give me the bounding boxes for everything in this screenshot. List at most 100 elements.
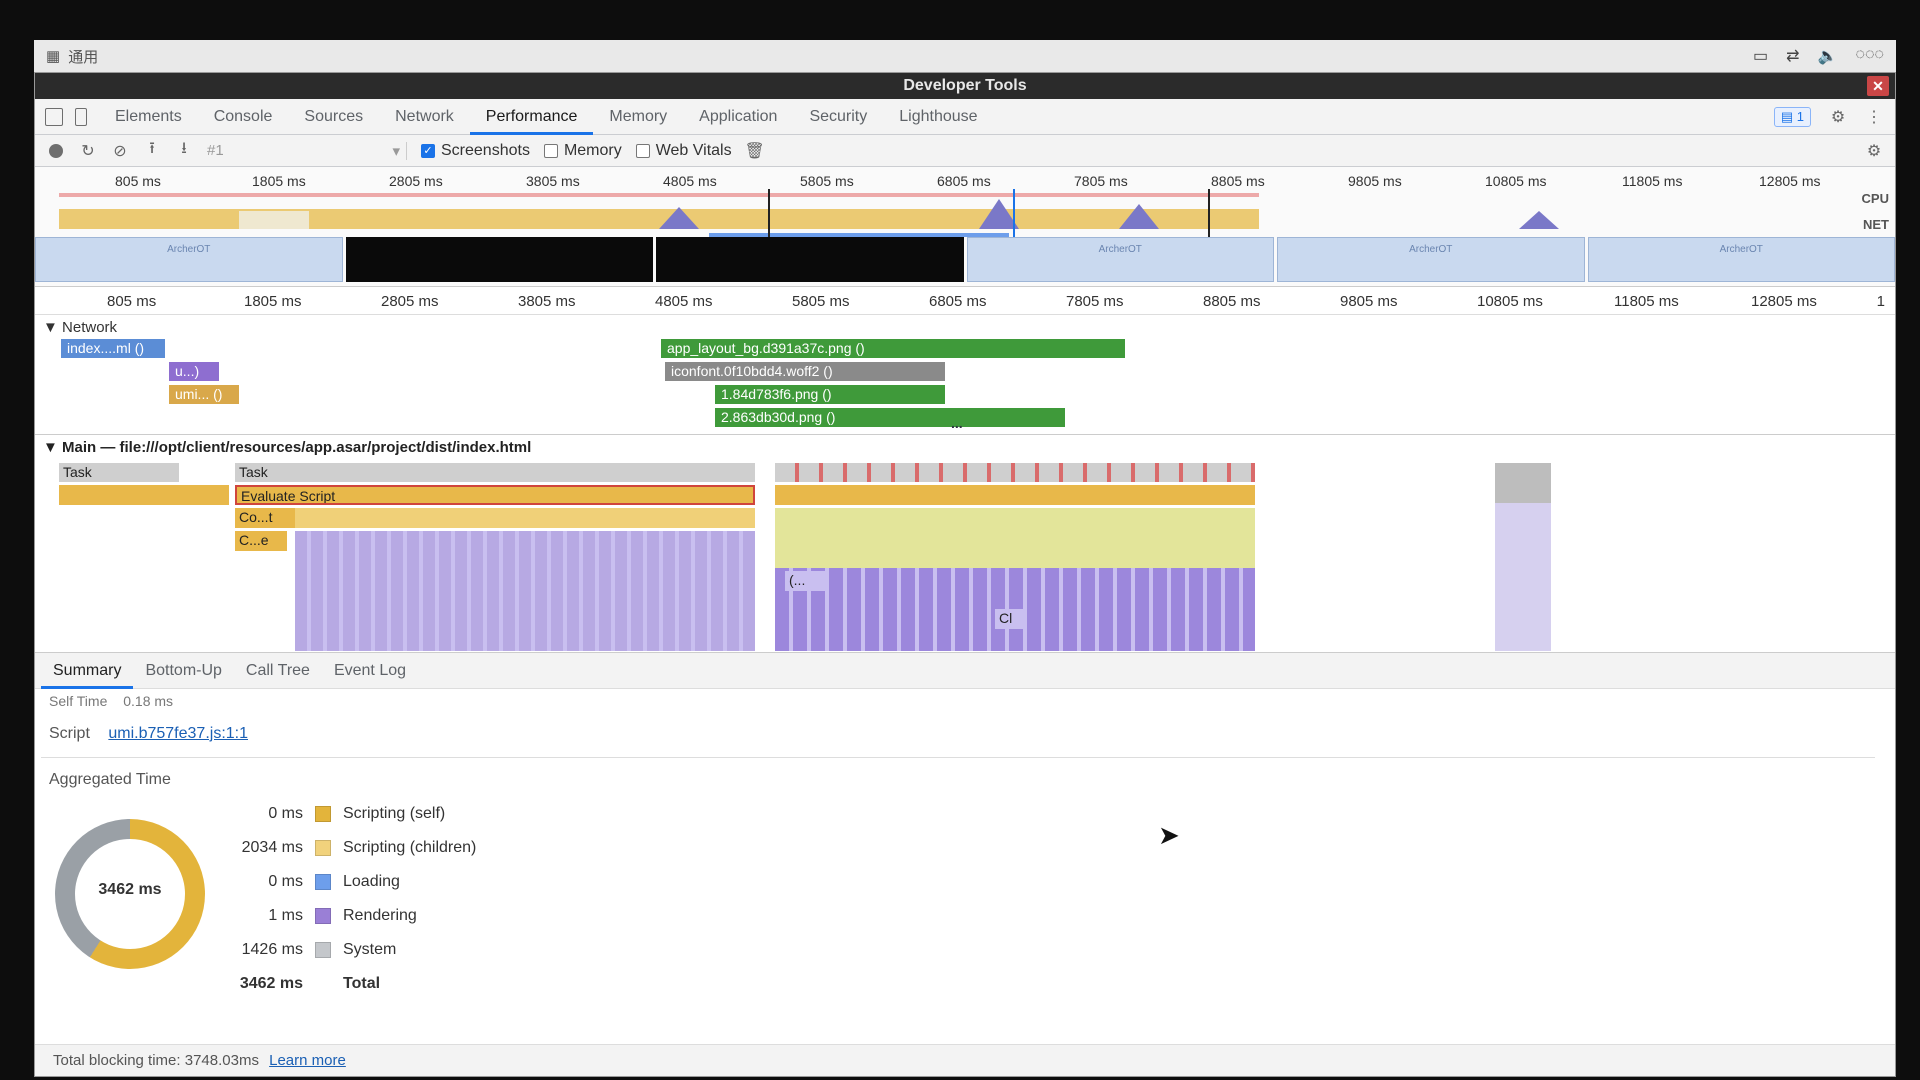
rendering-blocks[interactable] <box>295 531 755 651</box>
legend-value: 1 ms <box>268 907 303 924</box>
network-track-header[interactable]: ▼ Network <box>43 319 117 336</box>
legend-swatch <box>315 908 331 924</box>
network-request[interactable]: app_layout_bg.d391a37c.png () <box>661 339 1125 358</box>
tab-console[interactable]: Console <box>198 99 289 135</box>
function-call-block[interactable]: C...e <box>235 531 287 551</box>
self-time-value: 0.18 ms <box>123 693 174 709</box>
details-tabs: Summary Bottom-Up Call Tree Event Log <box>35 653 1895 689</box>
network-icon[interactable]: ⇄ <box>1786 46 1799 66</box>
script-link[interactable]: umi.b757fe37.js:1:1 <box>108 725 248 742</box>
start-menu[interactable]: ▦ 通用 <box>46 46 98 67</box>
script-block[interactable] <box>59 485 229 505</box>
tab-application[interactable]: Application <box>683 99 793 135</box>
donut-total-label: 3462 ms <box>98 881 162 898</box>
main-tick-label: 11805 ms <box>1614 293 1679 310</box>
main-thread-flamechart[interactable]: ▼ Main — file:///opt/client/resources/ap… <box>35 435 1895 653</box>
tab-performance[interactable]: Performance <box>469 99 594 135</box>
legend-row: 0 ms Scripting (self) <box>215 797 476 831</box>
inspect-icon[interactable] <box>45 107 63 126</box>
more-menu-icon[interactable]: ⋮ <box>1865 108 1883 126</box>
download-icon[interactable]: ⭳ <box>175 140 193 160</box>
tab-lighthouse[interactable]: Lighthouse <box>883 99 993 135</box>
legend-name: System <box>343 941 397 958</box>
legend-value: 3462 ms <box>239 975 303 992</box>
close-icon[interactable]: ✕ <box>1867 76 1889 96</box>
clear-icon[interactable]: ⊘ <box>111 142 129 160</box>
tab-summary[interactable]: Summary <box>41 653 134 689</box>
expand-triangle-icon: ▼ <box>43 319 63 336</box>
evaluate-script-block[interactable]: Evaluate Script <box>235 485 755 505</box>
message-icon: ▤ <box>1780 108 1797 124</box>
network-request[interactable]: iconfont.0f10bdd4.woff2 () <box>665 362 945 381</box>
expand-triangle-icon: ▼ <box>43 439 63 456</box>
legend-value: 0 ms <box>268 873 303 890</box>
timeline-overview[interactable]: 805 ms 1805 ms 2805 ms 3805 ms 4805 ms 5805 m… <box>35 167 1895 287</box>
tab-call-tree[interactable]: Call Tree <box>234 653 322 689</box>
network-track[interactable]: ▼ Network index....ml () u...) umi... ()… <box>35 315 1895 435</box>
reload-icon[interactable]: ↻ <box>79 142 97 160</box>
main-tick-label: 805 ms <box>107 293 157 310</box>
chevron-down-icon: ▾ <box>392 142 400 160</box>
main-header-label: Main — file:///opt/client/resources/app.… <box>62 439 532 456</box>
issues-badge[interactable]: ▤ 1 <box>1773 106 1811 127</box>
device-toolbar-icon[interactable] <box>75 107 87 126</box>
script-block[interactable] <box>775 485 1255 505</box>
screenshot-thumbnail: ArcherOT <box>35 237 343 282</box>
main-track-header[interactable]: ▼ Main — file:///opt/client/resources/ap… <box>43 439 531 456</box>
screenshot-thumbnail <box>656 237 964 282</box>
script-row: Script umi.b757fe37.js:1:1 <box>49 725 248 743</box>
function-call-block[interactable]: Co...t <box>235 508 295 528</box>
legend-value: 1426 ms <box>241 941 303 958</box>
function-call-block[interactable] <box>295 508 755 528</box>
function-call-block[interactable] <box>775 508 1255 568</box>
capture-settings-icon[interactable]: ⚙ <box>1865 142 1883 160</box>
tab-network[interactable]: Network <box>379 99 470 135</box>
upload-icon[interactable]: ⭱ <box>143 140 161 160</box>
cpu-activity-graph <box>59 189 1559 239</box>
overview-tick-label: 8805 ms <box>1211 173 1265 189</box>
legend-name: Scripting (self) <box>343 805 446 822</box>
tab-event-log[interactable]: Event Log <box>322 653 418 689</box>
tab-sources[interactable]: Sources <box>288 99 379 135</box>
task-block[interactable]: Task <box>235 463 755 482</box>
webvitals-checkbox[interactable]: Web Vitals <box>635 142 732 160</box>
task-block[interactable] <box>1495 463 1551 503</box>
main-tick-label: 6805 ms <box>929 293 987 310</box>
memory-checkbox[interactable]: Memory <box>543 142 622 160</box>
task-block[interactable] <box>775 463 1255 482</box>
function-call-block[interactable]: Cl <box>995 609 1025 629</box>
network-request[interactable]: 2.863db30d.png () <box>715 408 1065 427</box>
window-icon[interactable]: ▭ <box>1753 46 1768 66</box>
screenshot-thumbnail: ArcherOT <box>1277 237 1585 282</box>
learn-more-link[interactable]: Learn more <box>269 1052 346 1069</box>
tab-memory[interactable]: Memory <box>593 99 683 135</box>
record-button[interactable] <box>47 142 65 160</box>
settings-gear-icon[interactable]: ⚙ <box>1829 108 1847 126</box>
tab-bottom-up[interactable]: Bottom-Up <box>133 653 233 689</box>
task-block[interactable] <box>1495 503 1551 651</box>
tab-elements[interactable]: Elements <box>99 99 198 135</box>
screenshot-thumbnail <box>345 237 653 282</box>
task-block[interactable]: Task <box>59 463 179 482</box>
network-request[interactable]: index....ml () <box>61 339 165 358</box>
ruler-end-mark: 1 <box>1876 293 1885 310</box>
clock-icon[interactable]: ◌◌◌ <box>1855 46 1884 66</box>
tab-security[interactable]: Security <box>793 99 883 135</box>
legend-row: 0 ms Loading <box>215 865 476 899</box>
self-time-row: Self Time 0.18 ms <box>49 693 173 709</box>
screenshots-checkbox[interactable]: ✓ Screenshots <box>421 142 530 160</box>
network-request[interactable]: umi... () <box>169 385 239 404</box>
trash-icon[interactable]: 🗑 <box>744 142 764 160</box>
main-tick-label: 8805 ms <box>1203 293 1261 310</box>
overview-tick-label: 6805 ms <box>937 173 991 189</box>
panel-tabs: Elements Console Sources Network Perform… <box>35 99 1895 135</box>
profile-select[interactable]: #1 ▾ <box>207 141 407 160</box>
function-call-block[interactable]: (... <box>785 571 825 591</box>
volume-icon[interactable]: 🔈 <box>1818 46 1838 66</box>
script-label: Script <box>49 725 90 742</box>
main-tick-label: 9805 ms <box>1340 293 1398 310</box>
legend-row: 1 ms Rendering <box>215 899 476 933</box>
network-request[interactable]: 1.84d783f6.png () <box>715 385 945 404</box>
network-request[interactable]: u...) <box>169 362 219 381</box>
system-tray: ▭ ⇄ 🔈 ◌◌◌ <box>1753 46 1884 66</box>
